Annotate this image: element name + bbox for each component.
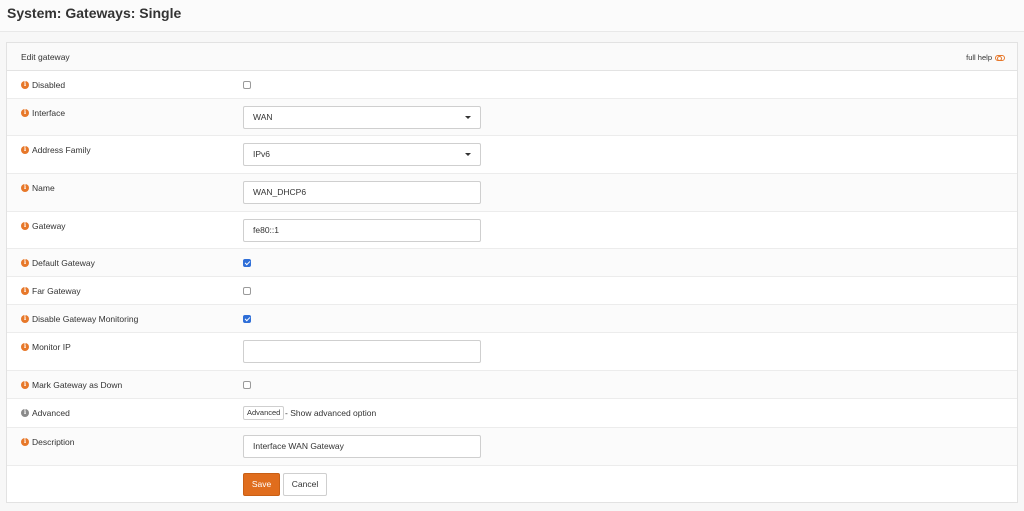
label-text: Far Gateway — [32, 286, 81, 296]
gateway-input[interactable]: fe80::1 — [243, 219, 481, 242]
page-title: System: Gateways: Single — [7, 5, 182, 21]
label-text: Gateway — [32, 221, 66, 231]
info-icon[interactable]: i — [21, 81, 29, 89]
label-text: Monitor IP — [32, 342, 71, 352]
info-icon[interactable]: i — [21, 287, 29, 295]
monitor-ip-input[interactable] — [243, 340, 481, 363]
cancel-button[interactable]: Cancel — [283, 473, 327, 496]
label-text: Default Gateway — [32, 258, 95, 268]
advanced-hint: - Show advanced option — [285, 408, 377, 418]
label-disable-monitoring[interactable]: i Disable Gateway Monitoring — [21, 314, 138, 324]
label-text: Address Family — [32, 145, 91, 155]
label-description[interactable]: i Description — [21, 437, 75, 447]
disable-monitoring-checkbox[interactable] — [243, 315, 251, 323]
label-text: Interface — [32, 108, 66, 118]
row-disable-monitoring: i Disable Gateway Monitoring — [7, 305, 1017, 333]
label-gateway[interactable]: i Gateway — [21, 221, 66, 231]
label-advanced[interactable]: i Advanced — [21, 408, 70, 418]
info-icon[interactable]: i — [21, 222, 29, 230]
label-default-gateway[interactable]: i Default Gateway — [21, 258, 95, 268]
info-icon[interactable]: i — [21, 409, 29, 417]
advanced-button[interactable]: Advanced — [243, 406, 285, 420]
row-name: i Name WAN_DHCP6 — [7, 174, 1017, 212]
caret-down-icon — [465, 116, 471, 119]
address-family-value: IPv6 — [253, 149, 271, 159]
info-icon[interactable]: i — [21, 381, 29, 389]
label-text: Description — [32, 437, 75, 447]
row-default-gateway: i Default Gateway — [7, 249, 1017, 277]
label-text: Advanced — [32, 408, 70, 418]
info-icon[interactable]: i — [21, 146, 29, 154]
caret-down-icon — [465, 153, 471, 156]
label-far-gateway[interactable]: i Far Gateway — [21, 286, 81, 296]
label-monitor-ip[interactable]: i Monitor IP — [21, 342, 71, 352]
info-icon[interactable]: i — [21, 259, 29, 267]
interface-select[interactable]: WAN — [243, 106, 481, 129]
save-button[interactable]: Save — [243, 473, 280, 496]
row-far-gateway: i Far Gateway — [7, 277, 1017, 305]
full-help-toggle[interactable]: full help — [966, 53, 1005, 62]
page-header: System: Gateways: Single — [0, 0, 1024, 32]
row-advanced: i Advanced Advanced - Show advanced opti… — [7, 399, 1017, 428]
name-input[interactable]: WAN_DHCP6 — [243, 181, 481, 204]
interface-value: WAN — [253, 112, 273, 122]
row-description: i Description Interface WAN Gateway — [7, 428, 1017, 466]
info-icon[interactable]: i — [21, 109, 29, 117]
row-disabled: i Disabled — [7, 71, 1017, 99]
label-mark-down[interactable]: i Mark Gateway as Down — [21, 380, 122, 390]
default-gateway-checkbox[interactable] — [243, 259, 251, 267]
label-text: Mark Gateway as Down — [32, 380, 123, 390]
info-icon[interactable]: i — [21, 184, 29, 192]
toggle-icon — [995, 54, 1005, 61]
row-address-family: i Address Family IPv6 — [7, 136, 1017, 174]
row-gateway: i Gateway fe80::1 — [7, 212, 1017, 249]
label-name[interactable]: i Name — [21, 183, 55, 193]
row-interface: i Interface WAN — [7, 99, 1017, 136]
row-mark-down: i Mark Gateway as Down — [7, 371, 1017, 399]
panel-header: Edit gateway full help — [7, 43, 1017, 71]
disabled-checkbox[interactable] — [243, 81, 251, 89]
address-family-select[interactable]: IPv6 — [243, 143, 481, 166]
label-address-family[interactable]: i Address Family — [21, 145, 91, 155]
edit-gateway-panel: Edit gateway full help i Disabled i Inte… — [6, 42, 1018, 503]
panel-title: Edit gateway — [21, 52, 70, 62]
label-text: Disable Gateway Monitoring — [32, 314, 139, 324]
far-gateway-checkbox[interactable] — [243, 287, 251, 295]
info-icon[interactable]: i — [21, 438, 29, 446]
row-monitor-ip: i Monitor IP — [7, 333, 1017, 371]
label-disabled[interactable]: i Disabled — [21, 80, 65, 90]
label-text: Disabled — [32, 80, 66, 90]
info-icon[interactable]: i — [21, 315, 29, 323]
mark-down-checkbox[interactable] — [243, 381, 251, 389]
label-interface[interactable]: i Interface — [21, 108, 65, 118]
full-help-label: full help — [966, 53, 992, 62]
info-icon[interactable]: i — [21, 343, 29, 351]
label-text: Name — [32, 183, 55, 193]
description-input[interactable]: Interface WAN Gateway — [243, 435, 481, 458]
